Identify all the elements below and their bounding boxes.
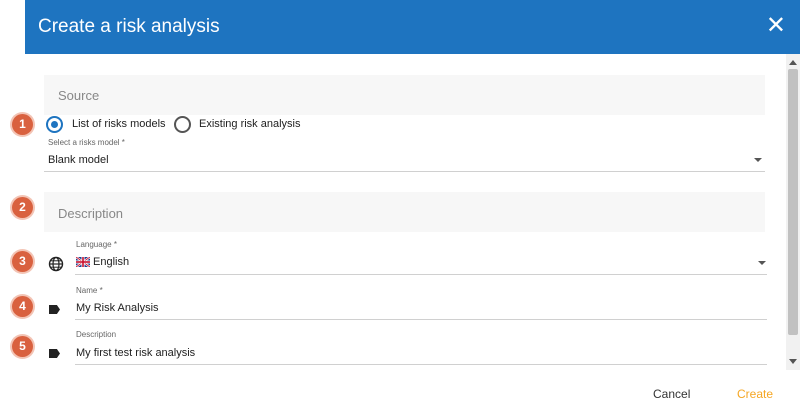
scrollbar[interactable]: [786, 54, 800, 370]
close-icon[interactable]: ✕: [766, 11, 786, 41]
model-select-value[interactable]: Blank model: [48, 154, 109, 166]
source-section-header: Source: [44, 75, 765, 115]
radio-label-existing-risk-analysis[interactable]: Existing risk analysis: [199, 118, 300, 130]
language-select-value[interactable]: English: [93, 256, 129, 268]
dialog-title: Create a risk analysis: [38, 16, 220, 37]
radio-list-of-risks-models[interactable]: [46, 116, 63, 133]
radio-label-list-of-risks-models[interactable]: List of risks models: [72, 118, 166, 130]
scroll-down-icon[interactable]: [789, 359, 797, 364]
create-button[interactable]: Create: [737, 387, 773, 401]
chevron-down-icon[interactable]: [758, 261, 766, 265]
model-select-underline: [44, 171, 765, 172]
name-input[interactable]: My Risk Analysis: [76, 302, 159, 314]
source-heading: Source: [58, 88, 100, 103]
step-badge-3: 3: [12, 251, 33, 272]
language-label: Language *: [76, 240, 117, 249]
scroll-up-icon[interactable]: [789, 60, 797, 65]
cancel-button[interactable]: Cancel: [653, 387, 690, 401]
uk-flag-icon: [76, 257, 90, 267]
step-badge-5: 5: [12, 336, 33, 357]
step-badge-1: 1: [12, 114, 33, 135]
scrollbar-thumb[interactable]: [788, 69, 798, 335]
step-badge-4: 4: [12, 296, 33, 317]
language-underline: [75, 274, 767, 275]
dialog-header: Create a risk analysis ✕: [25, 0, 800, 54]
description-underline: [75, 364, 767, 365]
model-select-label: Select a risks model *: [48, 138, 125, 147]
name-label: Name *: [76, 286, 103, 295]
description-label: Description: [76, 330, 117, 339]
step-badge-2: 2: [12, 197, 33, 218]
radio-existing-risk-analysis[interactable]: [174, 116, 191, 133]
description-input[interactable]: My first test risk analysis: [76, 347, 195, 359]
chevron-down-icon[interactable]: [754, 158, 762, 162]
description-section-header: Description: [44, 192, 765, 232]
description-heading: Description: [58, 206, 124, 221]
name-underline: [75, 319, 767, 320]
globe-icon: [48, 256, 64, 272]
